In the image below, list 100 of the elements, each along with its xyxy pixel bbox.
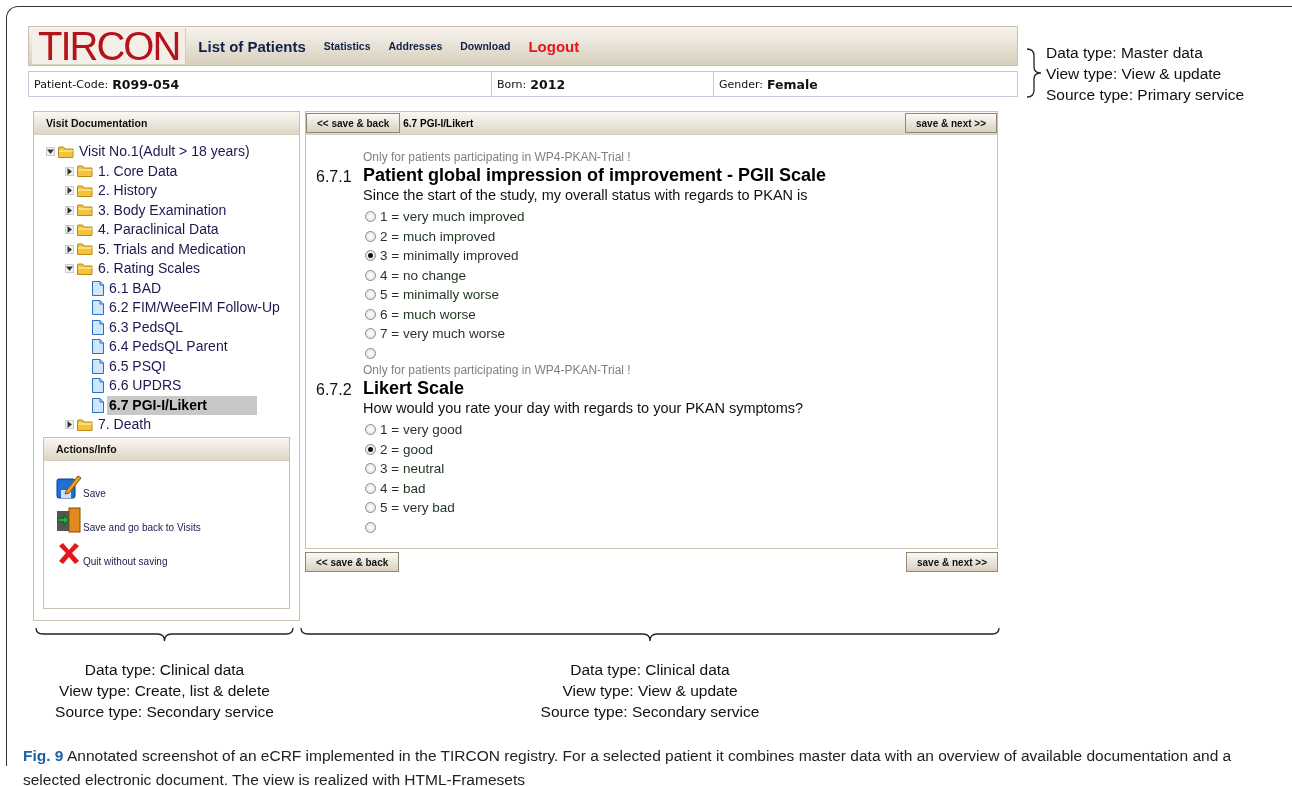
expand-icon[interactable] — [65, 420, 74, 430]
folder-icon — [77, 223, 93, 236]
tree-item[interactable]: Visit No.1(Adult > 18 years) — [77, 142, 252, 162]
field-value: Female — [767, 76, 818, 92]
radio-button[interactable] — [365, 347, 376, 359]
document-icon — [92, 339, 104, 355]
tree-item[interactable]: 3. Body Examination — [96, 200, 229, 220]
nav-link[interactable]: Download — [460, 40, 511, 52]
nav-link[interactable]: Statistics — [323, 40, 371, 52]
question-title: Patient global impression of improvement - PGII Scale — [363, 165, 828, 187]
folder-icon — [77, 165, 93, 178]
option-label: 3 = minimally improved — [380, 248, 519, 264]
note-text: Only for patients participating in WP4-PKAN-Trial ! — [363, 150, 632, 165]
option-label: 2 = much improved — [380, 228, 496, 244]
radio-button[interactable] — [365, 463, 376, 475]
expand-icon[interactable] — [65, 205, 74, 215]
field-value: 2012 — [530, 76, 566, 92]
folder-icon — [77, 184, 93, 197]
question-title: Likert Scale — [363, 378, 466, 400]
radio-button[interactable] — [365, 269, 376, 281]
panel-header: Visit Documentation — [34, 112, 299, 135]
document-icon — [92, 378, 104, 394]
option-label: 4 = bad — [380, 480, 426, 496]
action-link[interactable]: Save and go back to Visits — [83, 521, 201, 533]
radio-button[interactable] — [365, 502, 376, 514]
radio-button[interactable] — [365, 211, 376, 223]
radio-button[interactable] — [365, 308, 376, 320]
cross-icon — [56, 540, 82, 567]
option-label: 2 = good — [380, 441, 433, 457]
tree-item[interactable]: 2. History — [96, 181, 160, 201]
nav-link[interactable]: List of Patients — [198, 37, 306, 55]
option-label: 7 = very much worse — [380, 326, 505, 342]
annotation-text: Data type: Master data View type: View & update Source type: Primary service — [1046, 42, 1245, 105]
nav-link[interactable]: Addresses — [388, 40, 443, 52]
option-label: 6 = much worse — [380, 306, 476, 322]
action-link[interactable]: Save — [83, 487, 106, 499]
radio-button[interactable] — [365, 328, 376, 340]
tree-item[interactable]: 4. Paraclinical Data — [96, 220, 221, 240]
field-value: R099-054 — [112, 76, 180, 92]
folder-icon — [77, 262, 93, 275]
note-text: Only for patients participating in WP4-PKAN-Trial ! — [363, 363, 632, 378]
folder-icon — [77, 204, 93, 217]
nav-link[interactable]: Logout — [528, 37, 580, 55]
field-label: Born: — [497, 77, 527, 91]
folder-icon — [77, 243, 93, 256]
figure-caption: Fig. 9 Annotated screenshot of an eCRF implemented in the TIRCON registry. For a selected patient it combines master data with an overview of available documentation and a selected electronic document. The view is realized with HTML-Framesets — [23, 746, 1233, 786]
folder-icon — [77, 418, 93, 431]
tree-item[interactable]: 6.2 FIM/WeeFIM Follow-Up — [107, 298, 282, 318]
field-label: Patient-Code: — [34, 77, 109, 91]
panel-header: Actions/Info — [44, 437, 289, 461]
expand-icon[interactable] — [65, 225, 74, 235]
annotation-text: Data type: Clinical data View type: View & update Source type: Secondary service — [540, 660, 760, 722]
back-button[interactable]: << save & back — [305, 552, 400, 572]
question-text: How would you rate your day with regards to your PKAN symptoms? — [363, 400, 805, 418]
next-button[interactable]: save & next >> — [905, 552, 998, 572]
radio-button[interactable] — [365, 424, 376, 436]
expand-icon[interactable] — [65, 186, 74, 196]
tree-item[interactable]: 6.3 PedsQL — [107, 317, 185, 337]
option-label: 1 = very much improved — [380, 209, 525, 225]
collapse-icon[interactable] — [65, 264, 74, 274]
action-link[interactable]: Quit without saving — [83, 555, 168, 567]
expand-icon[interactable] — [65, 244, 74, 254]
tree-item[interactable]: 6.4 PedsQL Parent — [107, 337, 230, 357]
radio-button[interactable] — [365, 289, 376, 301]
tree-item[interactable]: 6.5 PSQI — [107, 356, 168, 376]
radio-button[interactable] — [365, 443, 376, 455]
collapse-icon[interactable] — [46, 147, 55, 157]
question-number: 6.7.1 — [316, 167, 353, 187]
annotation-text: Data type: Clinical data View type: Create, list & delete Source type: Secondary service — [55, 660, 274, 722]
option-label: 5 = minimally worse — [380, 287, 499, 303]
tree-item[interactable]: 6. Rating Scales — [96, 259, 202, 279]
option-label: 3 = neutral — [380, 461, 445, 477]
radio-button[interactable] — [365, 230, 376, 242]
radio-button[interactable] — [365, 250, 376, 262]
logo: TIRCON — [32, 28, 187, 64]
question-number: 6.7.2 — [316, 380, 353, 400]
document-icon — [92, 397, 104, 413]
radio-button[interactable] — [365, 521, 376, 533]
option-label: 1 = very good — [380, 422, 463, 438]
tree-item[interactable]: 6.7 PGI-I/Likert — [107, 395, 258, 415]
field-label: Gender: — [719, 77, 764, 91]
tree-item[interactable]: 7. Death — [96, 415, 153, 435]
tree-item[interactable]: 6.6 UPDRS — [107, 376, 184, 396]
expand-icon[interactable] — [65, 166, 74, 176]
document-icon — [92, 300, 104, 316]
form-title: 6.7 PGI-I/Likert — [403, 117, 475, 129]
door-arrow-icon — [56, 506, 82, 533]
document-icon — [92, 319, 104, 335]
tree-item[interactable]: 1. Core Data — [96, 161, 180, 181]
tree-item[interactable]: 5. Trials and Medication — [96, 239, 248, 259]
back-button[interactable]: << save & back — [306, 113, 401, 133]
radio-button[interactable] — [365, 482, 376, 494]
option-label: 5 = very bad — [380, 500, 455, 516]
option-label: 4 = no change — [380, 267, 466, 283]
next-button[interactable]: save & next >> — [904, 113, 997, 133]
tree-item[interactable]: 6.1 BAD — [107, 278, 164, 298]
folder-icon — [58, 145, 74, 158]
document-icon — [92, 358, 104, 374]
document-icon — [92, 280, 104, 296]
question-text: Since the start of the study, my overall status with regards to PKAN is — [363, 187, 809, 205]
